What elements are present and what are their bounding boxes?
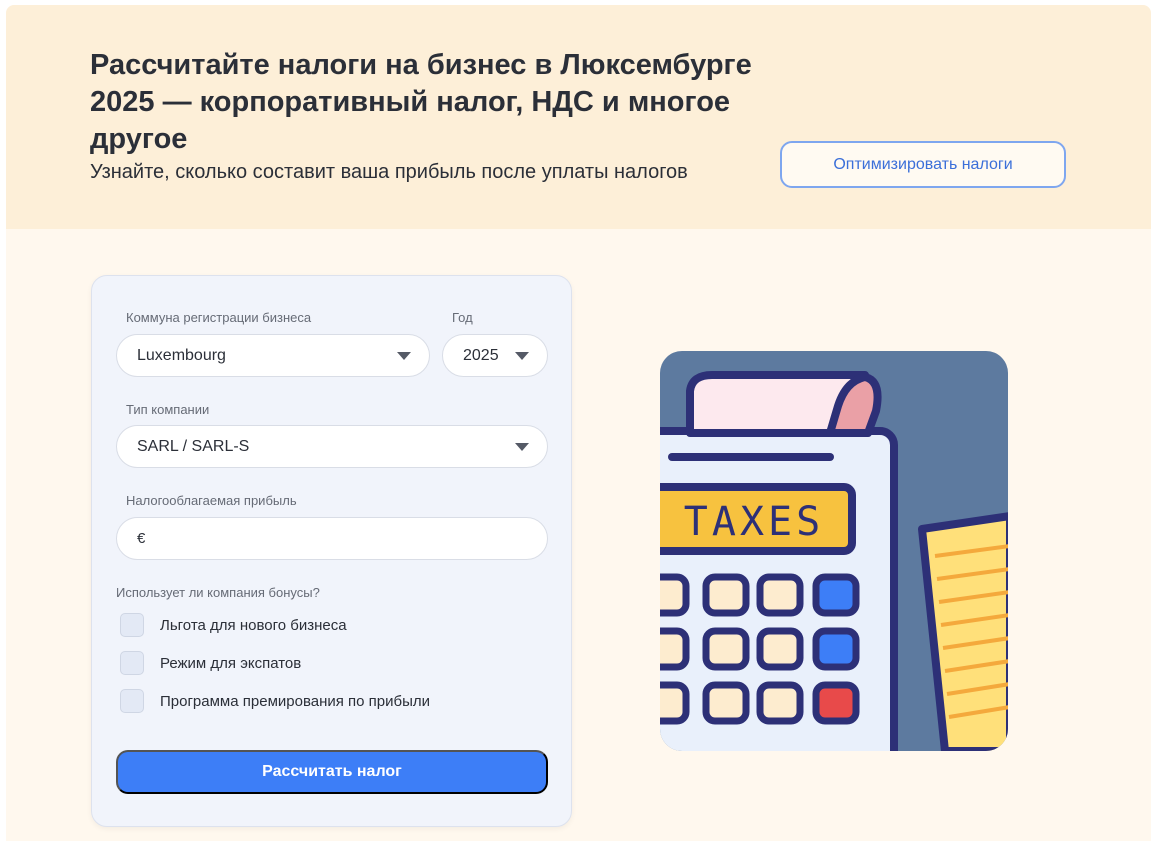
commune-select[interactable]: Luxembourg [116, 334, 430, 377]
year-select-value: 2025 [463, 346, 499, 364]
new-business-checkbox[interactable] [120, 613, 144, 637]
bonus-new-business[interactable]: Льгота для нового бизнеса [120, 613, 347, 637]
hero-banner: Рассчитайте налоги на бизнес в Люксембур… [6, 5, 1151, 229]
expat-regime-checkbox[interactable] [120, 651, 144, 675]
new-business-label: Льгота для нового бизнеса [160, 616, 347, 634]
svg-text:TAXES: TAXES [684, 499, 824, 545]
expat-regime-label: Режим для экспатов [160, 654, 302, 672]
page-title: Рассчитайте налоги на бизнес в Люксембур… [90, 49, 752, 155]
calculate-tax-button[interactable]: Рассчитать налог [116, 750, 548, 794]
profit-input[interactable] [151, 530, 512, 547]
chevron-down-icon [515, 352, 529, 360]
profit-label: Налогооблагаемая прибыль [126, 493, 297, 508]
profit-field[interactable]: € [116, 517, 548, 560]
year-select[interactable]: 2025 [442, 334, 548, 377]
commune-select-value: Luxembourg [137, 346, 226, 364]
chevron-down-icon [515, 443, 529, 451]
company-type-label: Тип компании [126, 402, 210, 417]
bonus-question: Использует ли компания бонусы? [116, 585, 320, 600]
page: Рассчитайте налоги на бизнес в Люксембур… [6, 5, 1151, 841]
tax-calculator-form: Коммуна регистрации бизнеса Luxembourg Г… [91, 275, 572, 827]
company-type-select[interactable]: SARL / SARL-S [116, 425, 548, 468]
year-label: Год [452, 310, 473, 325]
bonus-expat-regime[interactable]: Режим для экспатов [120, 651, 301, 675]
main-section: Коммуна регистрации бизнеса Luxembourg Г… [6, 229, 1151, 841]
chevron-down-icon [397, 352, 411, 360]
bonus-profit-sharing[interactable]: Программа премирования по прибыли [120, 689, 430, 713]
euro-currency-symbol: € [137, 530, 146, 547]
profit-sharing-checkbox[interactable] [120, 689, 144, 713]
tax-calculator-illustration: TAXES [660, 351, 1008, 751]
calculator-taxes-icon: TAXES [660, 351, 1008, 751]
page-subtitle: Узнайте, сколько составит ваша прибыль п… [90, 161, 688, 183]
optimize-taxes-button[interactable]: Оптимизировать налоги [780, 141, 1066, 188]
company-type-select-value: SARL / SARL-S [137, 437, 250, 455]
profit-sharing-label: Программа премирования по прибыли [160, 692, 431, 710]
commune-label: Коммуна регистрации бизнеса [126, 310, 312, 325]
